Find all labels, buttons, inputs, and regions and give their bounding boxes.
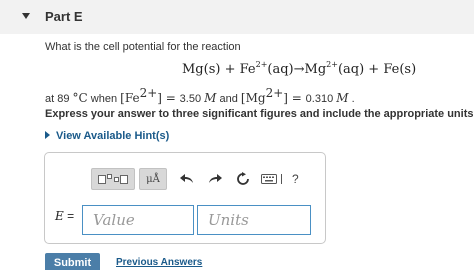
reaction-lhs2: (aq)→Mg <box>267 62 327 77</box>
conditions-deg: °C <box>72 91 88 105</box>
toolbar-divider <box>281 174 282 184</box>
fraction-template-icon <box>114 174 128 184</box>
conditions-fe-charge: 2+ <box>139 86 158 100</box>
previous-answers-link[interactable]: Previous Answers <box>116 257 202 268</box>
value-input[interactable] <box>82 205 194 235</box>
reaction-conditions: at 89 °C when [Fe2+] = 3.50 M and [Mg2+]… <box>45 86 355 105</box>
conditions-period: . <box>348 93 355 105</box>
units-button[interactable]: μÅ <box>139 168 167 190</box>
conditions-mg-open: [Mg <box>240 91 266 105</box>
part-header[interactable]: Part E <box>0 0 474 34</box>
answer-box: μÅ ? E = <box>44 152 326 244</box>
reaction-equation: Mg(s) + Fe2+(aq)→Mg2+(aq) + Fe(s) <box>182 60 416 77</box>
conditions-mg-close: ] = <box>283 91 306 105</box>
conditions-when: when <box>87 93 121 105</box>
expand-triangle-icon <box>45 131 50 139</box>
conditions-fe-value: 3.50 <box>179 93 202 105</box>
conditions-mg-unit: M <box>336 91 349 105</box>
conditions-mg-value: 0.310 <box>305 93 334 105</box>
templates-button[interactable] <box>91 168 135 190</box>
math-toolbar: μÅ ? <box>91 168 299 190</box>
variable-e: E <box>55 209 64 223</box>
submit-button[interactable]: Submit <box>45 253 100 270</box>
undo-icon[interactable] <box>179 171 195 187</box>
answer-instruction: Express your answer to three significant… <box>45 108 474 120</box>
conditions-and: and <box>216 93 241 105</box>
conditions-fe-unit: M <box>204 91 217 105</box>
conditions-fe-close: ] = <box>157 91 180 105</box>
answer-variable-label: E = <box>55 209 74 223</box>
view-hints-link[interactable]: View Available Hint(s) <box>45 130 169 142</box>
reaction-lhs1: Mg(s) + Fe <box>182 62 256 77</box>
units-input[interactable] <box>197 205 311 235</box>
keyboard-icon[interactable] <box>261 171 277 187</box>
reaction-fe-charge: 2+ <box>255 60 268 69</box>
view-hints-label: View Available Hint(s) <box>56 130 170 142</box>
part-title: Part E <box>45 9 83 24</box>
collapse-caret-icon[interactable] <box>22 13 30 19</box>
conditions-mg-charge: 2+ <box>265 86 284 100</box>
template-icon <box>98 173 112 184</box>
conditions-fe-open: [Fe <box>120 91 140 105</box>
reaction-mg-charge: 2+ <box>326 60 338 69</box>
reset-icon[interactable] <box>235 171 251 187</box>
help-button[interactable]: ? <box>292 172 299 186</box>
reaction-rhs: (aq) + Fe(s) <box>337 62 417 77</box>
conditions-temp: at 89 <box>45 93 70 105</box>
question-prompt: What is the cell potential for the react… <box>45 41 241 53</box>
redo-icon[interactable] <box>207 171 223 187</box>
equals-sign: = <box>63 209 75 223</box>
